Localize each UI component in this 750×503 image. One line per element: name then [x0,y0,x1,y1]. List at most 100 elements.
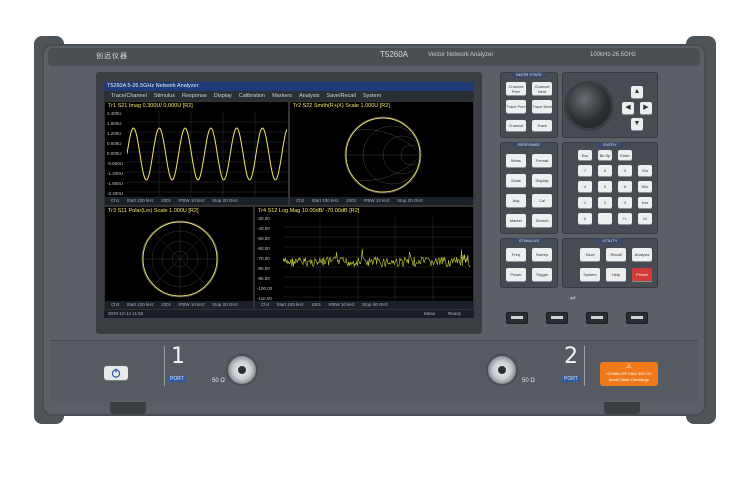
key-4[interactable]: 4 [578,181,592,192]
preset-button[interactable]: Preset [632,268,652,281]
right-arrow-icon[interactable]: ▶ [640,102,652,114]
y-tick: -2.400U [107,191,124,196]
start-freq: Start 100 kHz [126,198,154,203]
decimal-key[interactable]: . [598,213,612,224]
menu-item-stimulus[interactable]: Stimulus [154,91,175,101]
analysis-button[interactable]: Analysis [632,248,652,261]
warning-text: +20dBm RF MAX 35V DC Avoid Static Discha… [605,371,653,382]
key-3[interactable]: 3 [618,197,632,208]
display-screen[interactable]: T5260A 5-26.5GHz Network Analyzer Trace/… [104,82,474,318]
usb-port[interactable] [546,312,568,324]
y-tick: 0.600U [107,141,122,146]
save-button[interactable]: Save [580,248,600,261]
cal-button[interactable]: Cal [532,194,552,207]
status-meas: Meas [424,311,436,316]
trace-title-2: Tr2 S22 Smith(R+jX) Scale 1.000U [R2] [293,103,390,109]
format-button[interactable]: Format [532,154,552,167]
backspace-key[interactable]: Bk Sp [598,150,612,160]
menu-item-save-recall[interactable]: Save/Recall [326,91,355,101]
trace-next-button[interactable]: Trace Next [532,100,552,113]
ifbw: IFBW 10 kHz [178,302,205,307]
left-arrow-icon[interactable]: ◀ [622,102,634,114]
channel-label: Ch2 [296,198,305,203]
up-arrow-icon[interactable]: ▲ [631,86,643,98]
points: 1001 [161,198,172,203]
usb-port[interactable] [586,312,608,324]
menu-item-analysis[interactable]: Analysis [299,91,319,101]
warning-triangle-icon: ⚠ [626,364,632,370]
power-button[interactable]: Power [506,268,526,281]
stimulus-tag: STIMULUS [512,238,546,244]
channel-prev-button[interactable]: Channel Prev [506,82,526,95]
key-9[interactable]: 9 [618,165,632,176]
window-title: T5260A 5-26.5GHz Network Analyzer [104,82,474,91]
usb-port[interactable] [506,312,528,324]
menu-item-system[interactable]: System [363,91,381,101]
menu-item-trace-channel[interactable]: Trace/Channel [111,91,147,101]
key-2[interactable]: 2 [598,197,612,208]
channel-label: Ch1 [111,198,120,203]
esc-key[interactable]: Esc [578,150,592,160]
kilo-milli-key[interactable]: k/m [638,197,652,208]
help-button[interactable]: Help [606,268,626,281]
giga-nano-key[interactable]: G/n [638,165,652,176]
avg-button[interactable]: Avg [506,194,526,207]
y-tick: -0.600U [107,161,124,166]
product-label: Vector Network Analyzer [428,52,494,58]
foot-right [604,402,640,414]
key-8[interactable]: 8 [598,165,612,176]
noise-trace [283,248,471,268]
trace-prev-button[interactable]: Trace Prev [506,100,526,113]
x1-key[interactable]: x1 [638,213,652,224]
trace-pane-3[interactable]: Tr3 S11 Polar(Lin) Scale 1.000U [R2] Ch3… [104,206,254,310]
port-divider [584,346,585,386]
response-tag: RESPONSE [512,142,546,148]
key-7[interactable]: 7 [578,165,592,176]
port-1-connector[interactable] [228,356,256,384]
key-5[interactable]: 5 [598,181,612,192]
down-arrow-icon[interactable]: ▼ [631,118,643,130]
port-2-impedance: 50 Ω [522,378,535,384]
menu-item-markers[interactable]: Markers [272,91,292,101]
menu-item-response[interactable]: Response [182,91,207,101]
channel-next-button[interactable]: Channel Next [532,82,552,95]
menu-item-calibration[interactable]: Calibration [239,91,265,101]
key-6[interactable]: 6 [618,181,632,192]
trace-pane-1[interactable]: Tr1 S21 Imag 0.300U/ 0.000U [R2] 2.400U … [104,101,289,206]
port-1-number: 1 [171,344,185,369]
trace-button[interactable]: Trace [532,120,552,131]
trace-pane-4[interactable]: Tr4 S12 Log Mag 10.00dB/ -70.00dB [R2] -… [254,206,474,310]
channel-label: Ch4 [261,302,270,307]
channel-button[interactable]: Channel [506,120,526,131]
sign-key[interactable]: +/- [618,213,632,224]
key-1[interactable]: 1 [578,197,592,208]
key-0[interactable]: 0 [578,213,592,224]
usb-port[interactable] [626,312,648,324]
power-button[interactable] [104,366,128,380]
meas-button[interactable]: Meas [506,154,526,167]
scale-button[interactable]: Scale [506,174,526,187]
mega-micro-key[interactable]: M/u [638,181,652,192]
trace-pane-2[interactable]: Tr2 S22 Smith(R+jX) Scale 1.000U [R2] Ch… [289,101,474,206]
polar-chart [141,220,219,298]
trigger-button[interactable]: Trigger [532,268,552,281]
recall-button[interactable]: Recall [606,248,626,261]
status-ready: Ready [448,311,462,316]
sweep-button[interactable]: Sweep [532,248,552,261]
search-button[interactable]: Search [532,214,552,227]
rotary-knob[interactable] [567,84,611,128]
y-tick: 2.400U [107,111,122,116]
channel-footer-1: Ch1 Start 100 kHz 1001 IFBW 10 kHz Stop … [105,197,288,205]
status-datetime: 2020-10-14 11:50 [108,311,144,316]
freq-button[interactable]: Freq [506,248,526,261]
display-button[interactable]: Display [532,174,552,187]
y-tick: -60.00 [257,246,270,251]
port-2-connector[interactable] [488,356,516,384]
enter-key[interactable]: Enter [618,150,632,160]
system-button[interactable]: System [580,268,600,281]
marker-button[interactable]: Marker [506,214,526,227]
y-tick: -1.200U [107,171,124,176]
y-tick: -80.00 [257,266,270,271]
points: 1001 [161,302,172,307]
menu-item-display[interactable]: Display [214,91,232,101]
